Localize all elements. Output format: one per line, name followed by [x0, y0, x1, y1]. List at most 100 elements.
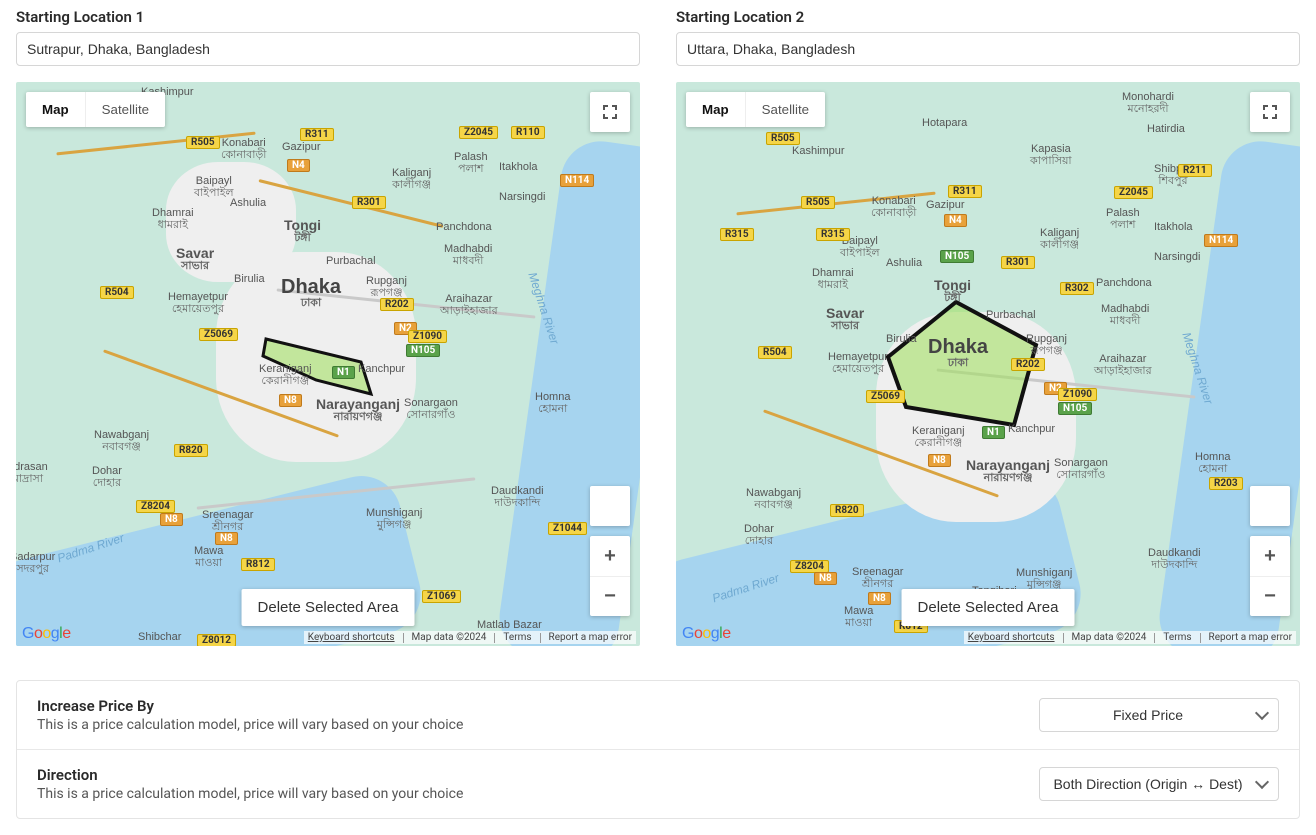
place-araihazar: Araihazar: [445, 293, 492, 305]
map1-delete-area-btn[interactable]: Delete Selected Area: [242, 589, 415, 626]
map2-map-btn[interactable]: Map: [686, 92, 745, 127]
road-r202: R202: [380, 298, 414, 311]
mapdata-text: Map data ©2024: [412, 632, 487, 643]
place-daudkandi: Daudkandi: [491, 485, 544, 497]
place-tongi-native: টঙ্গী: [284, 233, 321, 245]
place-sreenagar: Sreenagar: [202, 509, 253, 521]
map-2[interactable]: Dhaka ঢাকা Savar সাভার Tongi টঙ্গী Naray…: [676, 82, 1300, 646]
map2-extra-control[interactable]: [1250, 486, 1290, 526]
place-tongi: Tongi: [284, 217, 321, 233]
map2-satellite-btn[interactable]: Satellite: [745, 92, 825, 127]
road-r311: R311: [300, 128, 334, 141]
map-1[interactable]: Dhaka ঢাকা Savar সাভার Tongi টঙ্গী Naray…: [16, 82, 640, 646]
place-narsingdi: Narsingdi: [499, 192, 545, 204]
place-keraniganj-native: কেরানীগঞ্জ: [259, 376, 312, 388]
increase-price-select[interactable]: Fixed Price: [1039, 698, 1279, 732]
place-savar: Savar: [176, 245, 214, 261]
road-r110: R110: [511, 126, 545, 139]
road-r820: R820: [174, 444, 208, 457]
place-dhamrai: Dhamrai: [152, 207, 194, 219]
road-r505: R505: [186, 136, 220, 149]
road-r301: R301: [352, 196, 386, 209]
place-mawa: Mawa: [194, 545, 223, 557]
fullscreen-icon: [1262, 104, 1278, 120]
direction-select[interactable]: Both Direction (Origin ↔ Dest): [1039, 767, 1279, 801]
place-palash: Palash: [454, 151, 488, 163]
place-panchdona: Panchdona: [436, 222, 492, 234]
road-n4: N4: [287, 159, 310, 172]
report-link[interactable]: Report a map error: [549, 632, 632, 643]
map1-zoom-in[interactable]: +: [590, 536, 630, 576]
road-r504: R504: [100, 286, 134, 299]
place-kaliganj: Kaliganj: [392, 167, 431, 179]
place-madhabdi: Madhabdi: [444, 243, 492, 255]
location1-input[interactable]: [16, 32, 640, 66]
place-matlab: Matlab Bazar: [477, 620, 542, 632]
place-shibchar: Shibchar: [138, 632, 181, 644]
map2-delete-area-btn[interactable]: Delete Selected Area: [902, 589, 1075, 626]
place-nawabganj: Nawabganj: [94, 429, 149, 441]
map2-type-switch[interactable]: Map Satellite: [686, 92, 825, 127]
road-n114: N114: [560, 174, 594, 187]
place-dohar: Dohar: [92, 465, 122, 477]
road-n8c: N8: [160, 513, 183, 526]
map2-fullscreen-btn[interactable]: [1250, 92, 1290, 132]
place-dhaka-native: ঢাকা: [281, 298, 341, 310]
place-dhaka: Dhaka: [281, 276, 341, 298]
keyboard-shortcuts-link[interactable]: Keyboard shortcuts: [308, 632, 395, 643]
location1-label: Starting Location 1: [16, 8, 640, 26]
direction-desc: This is a price calculation model, price…: [37, 786, 463, 802]
place-kanchpur: Kanchpur: [358, 364, 405, 376]
map1-fullscreen-btn[interactable]: [590, 92, 630, 132]
road-n1: N1: [332, 366, 355, 379]
place-purbachal: Purbachal: [326, 256, 376, 268]
direction-title: Direction: [37, 766, 463, 784]
increase-price-desc: This is a price calculation model, price…: [37, 717, 463, 733]
place-sonargaon: Sonargaon: [404, 397, 458, 409]
place-itakhola: Itakhola: [499, 162, 538, 174]
map1-map-btn[interactable]: Map: [26, 92, 85, 127]
place-munshiganj: Munshiganj: [366, 507, 422, 519]
place-adrasan: adrasan: [16, 461, 48, 473]
keyboard-shortcuts-link-2[interactable]: Keyboard shortcuts: [968, 632, 1055, 643]
road-n105: N105: [406, 344, 440, 357]
place-baipayl: Baipayl: [196, 175, 232, 187]
place-savar-native: সাভার: [176, 261, 214, 273]
road-z8204: Z8204: [136, 500, 175, 513]
map1-attribution: Keyboard shortcuts Map data ©2024 Terms …: [304, 631, 636, 644]
place-gazipur: Gazipur: [282, 142, 321, 154]
location2-input[interactable]: [676, 32, 1300, 66]
place-ashulia: Ashulia: [230, 198, 266, 210]
google-logo: Google: [22, 625, 71, 643]
google-logo-2: Google: [682, 625, 731, 643]
road-z2045: Z2045: [459, 126, 498, 139]
road-z1090: Z1090: [408, 330, 447, 343]
map2-attribution: Keyboard shortcuts Map data ©2024 Terms …: [964, 631, 1296, 644]
fullscreen-icon: [602, 104, 618, 120]
place-konabari: Konabari: [222, 137, 266, 149]
place-homna: Homna: [535, 391, 570, 403]
place-sadarpur: Sadarpur: [16, 551, 55, 563]
road-r812: R812: [241, 558, 275, 571]
place-narayanganj-native: নারায়ণগঞ্জ: [316, 412, 400, 424]
road-z1069: Z1069: [422, 590, 461, 603]
road-n8a: N8: [279, 394, 302, 407]
road-n8b: N8: [215, 532, 238, 545]
road-z5069: Z5069: [199, 328, 238, 341]
map1-type-switch[interactable]: Map Satellite: [26, 92, 165, 127]
increase-price-title: Increase Price By: [37, 697, 463, 715]
place2-dhaka: Dhaka: [928, 336, 988, 358]
terms-link[interactable]: Terms: [503, 632, 531, 643]
map1-zoom-out[interactable]: −: [590, 576, 630, 616]
location2-label: Starting Location 2: [676, 8, 1300, 26]
place-rupganj: Rupganj: [366, 275, 407, 287]
map2-zoom-out[interactable]: −: [1250, 576, 1290, 616]
place-narayanganj: Narayanganj: [316, 396, 400, 412]
place-birulia: Birulia: [234, 274, 265, 286]
map1-satellite-btn[interactable]: Satellite: [85, 92, 165, 127]
map2-zoom-in[interactable]: +: [1250, 536, 1290, 576]
place-keraniganj: Keraniganj: [259, 363, 312, 375]
road-z8012: Z8012: [197, 634, 236, 646]
place-hemayetpur: Hemayetpur: [168, 291, 228, 303]
map1-extra-control[interactable]: [590, 486, 630, 526]
